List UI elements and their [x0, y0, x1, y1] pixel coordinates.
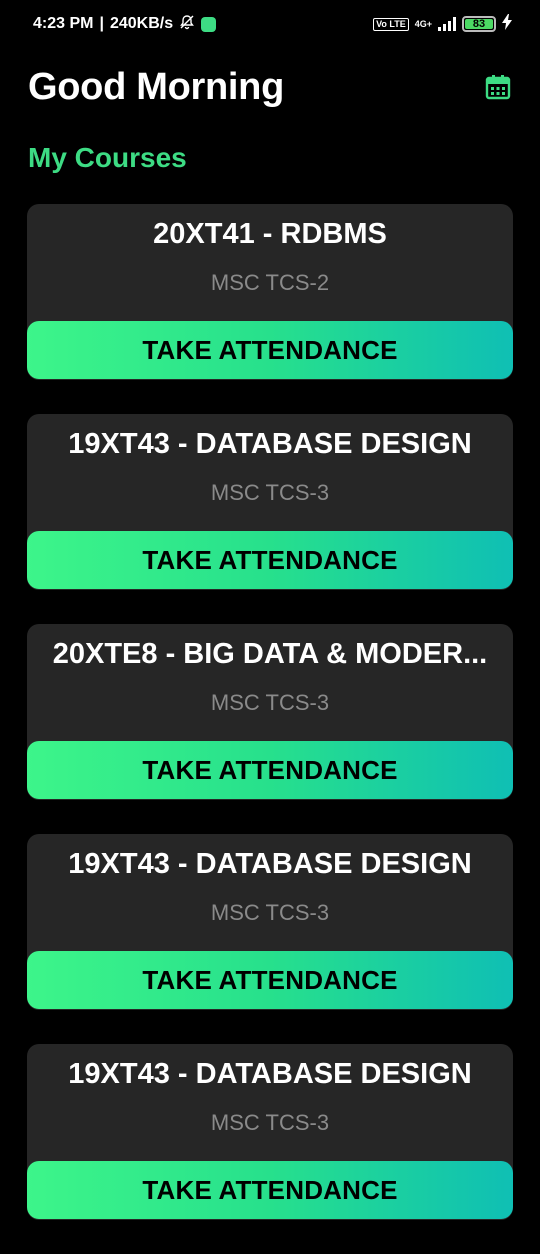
course-title: 19XT43 - DATABASE DESIGN — [68, 848, 472, 880]
course-card[interactable]: 19XT43 - DATABASE DESIGN MSC TCS-3 TAKE … — [27, 414, 513, 590]
status-left: 4:23 PM | 240KB/s — [33, 14, 217, 35]
course-title: 20XT41 - RDBMS — [153, 218, 387, 250]
take-attendance-button[interactable]: TAKE ATTENDANCE — [27, 951, 513, 1009]
course-card[interactable]: 20XT41 - RDBMS MSC TCS-2 TAKE ATTENDANCE — [27, 204, 513, 380]
course-list: 20XT41 - RDBMS MSC TCS-2 TAKE ATTENDANCE… — [27, 204, 513, 1254]
course-card[interactable]: 19XT43 - DATABASE DESIGN MSC TCS-3 TAKE … — [27, 834, 513, 1010]
volte-icon: Vo LTE — [373, 17, 409, 31]
app-notification-icon — [201, 16, 217, 32]
course-class: MSC TCS-2 — [210, 270, 330, 295]
take-attendance-button[interactable]: TAKE ATTENDANCE — [27, 741, 513, 799]
course-class: MSC TCS-3 — [210, 690, 330, 715]
take-attendance-button[interactable]: TAKE ATTENDANCE — [27, 531, 513, 589]
course-class: MSC TCS-3 — [210, 1110, 330, 1135]
status-speed: 240KB/s — [109, 15, 174, 32]
status-right: Vo LTE 4G+ 83 — [373, 13, 512, 35]
battery-icon: 83 — [462, 16, 496, 32]
calendar-icon[interactable] — [484, 73, 512, 101]
app-header: Good Morning — [28, 62, 512, 112]
course-title: 19XT43 - DATABASE DESIGN — [68, 428, 472, 460]
status-separator: | — [99, 15, 104, 32]
battery-level: 83 — [472, 18, 486, 30]
signal-icon — [438, 17, 456, 31]
course-class: MSC TCS-3 — [210, 900, 330, 925]
course-title: 19XT43 - DATABASE DESIGN — [68, 1058, 472, 1090]
course-card[interactable]: 19XT43 - DATABASE DESIGN MSC TCS-3 TAKE … — [27, 1044, 513, 1220]
status-time: 4:23 PM — [33, 15, 94, 32]
charging-icon — [502, 13, 512, 35]
page-title: Good Morning — [28, 65, 284, 108]
section-title: My Courses — [28, 142, 187, 173]
take-attendance-button[interactable]: TAKE ATTENDANCE — [27, 321, 513, 379]
status-bar: 4:23 PM | 240KB/s Vo LTE 4G+ 83 — [0, 0, 540, 48]
course-card[interactable]: 20XTE8 - BIG DATA & MODER... MSC TCS-3 T… — [27, 624, 513, 800]
course-title: 20XTE8 - BIG DATA & MODER... — [52, 638, 488, 670]
network-type: 4G+ — [414, 18, 432, 29]
course-class: MSC TCS-3 — [210, 480, 330, 505]
muted-bell-icon — [179, 14, 195, 35]
